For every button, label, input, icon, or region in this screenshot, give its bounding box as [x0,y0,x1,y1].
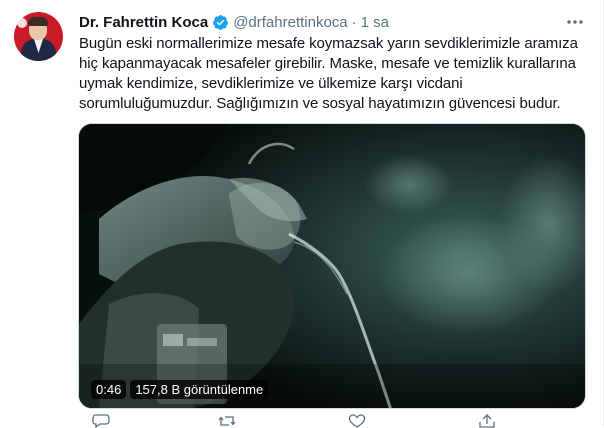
author-handle[interactable]: @drfahrettinkoca [233,14,347,31]
tweet-card[interactable]: Dr. Fahrettin Koca @drfahrettinkoca · 1 … [0,0,604,428]
avatar-emblem [17,18,27,28]
author-avatar[interactable] [14,12,63,61]
avatar-hair [28,17,48,26]
video-player[interactable]: 0:46 157,8 B görüntülenme [78,123,586,409]
video-frame [79,124,585,408]
separator-dot: · [351,13,357,31]
author-name[interactable]: Dr. Fahrettin Koca [79,14,208,31]
video-view-count: 157,8 B görüntülenme [130,380,269,399]
verified-badge-icon [213,14,229,30]
tweet-header: Dr. Fahrettin Koca @drfahrettinkoca · 1 … [79,12,389,32]
tweet-text-line: uymak kendimize, sevdiklerimize ve ülkem… [79,75,463,92]
tweet-text: Bugün eski normallerimize mesafe koymazs… [79,34,584,114]
video-overlay: 0:46 157,8 B görüntülenme [91,380,269,399]
video-duration: 0:46 [91,380,127,399]
tweet-timestamp[interactable]: 1 sa [361,14,389,31]
tweet-text-line: hiç kapanmayacak mesafeler girebilir. Ma… [79,55,576,72]
more-options-icon[interactable] [564,12,586,32]
tweet-text-line: sorumluluğumuzdur. Sağlığımızın ve sosya… [79,95,561,112]
tweet-text-line: Bugün eski normallerimize mesafe koymazs… [79,35,578,52]
